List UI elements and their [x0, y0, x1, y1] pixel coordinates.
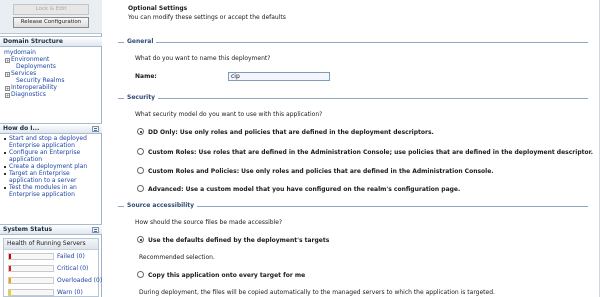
how-do-i-link[interactable]: Configure an Enterprise application	[4, 149, 102, 163]
security-custom-roles-policies-radio[interactable]	[137, 167, 144, 174]
health-link-critical[interactable]: Critical (0)	[57, 265, 88, 272]
tree-item-deployments[interactable]: Deployments	[4, 63, 102, 70]
how-do-i-title: How do I...	[3, 125, 40, 132]
source-copy-note: During deployment, the files will be cop…	[139, 289, 495, 296]
source-defaults-radio[interactable]	[137, 236, 144, 243]
health-bar-fill	[9, 254, 11, 259]
health-title: Health of Running Servers	[4, 239, 98, 250]
how-do-i-link[interactable]: Create a deployment plan	[4, 163, 102, 170]
source-copy-label: Copy this application onto every target …	[148, 272, 306, 279]
health-bar	[8, 253, 54, 260]
security-custom-roles-policies-label: Custom Roles and Policies: Use only role…	[148, 168, 494, 175]
health-panel: Health of Running Servers Failed (0) Cri…	[3, 238, 102, 297]
general-section-title: General	[124, 37, 157, 47]
how-do-i-link[interactable]: Test the modules in an Enterprise applic…	[4, 184, 102, 198]
how-do-i-list: Start and stop a deployed Enterprise app…	[0, 135, 102, 198]
left-sidebar: Lock & Edit Release Configuration Domain…	[0, 0, 102, 297]
security-custom-roles-radio[interactable]	[137, 148, 144, 155]
optional-settings-subtitle: You can modify these settings or accept …	[128, 14, 286, 21]
deployment-name-input[interactable]	[228, 72, 330, 81]
health-bar-fill	[9, 266, 11, 271]
source-question: How should the source files be made acce…	[135, 219, 283, 226]
health-link-overloaded[interactable]: Overloaded (0)	[57, 277, 102, 284]
security-dd-only-label: DD Only: Use only roles and policies tha…	[148, 129, 434, 136]
source-defaults-label: Use the defaults defined by the deployme…	[148, 237, 330, 244]
main-content: Optional Settings You can modify these s…	[103, 0, 600, 297]
general-section: General	[118, 37, 588, 47]
domain-structure-title: Domain Structure	[3, 38, 63, 45]
source-accessibility-section: Source accessibility	[118, 201, 588, 211]
tree-item-diagnostics[interactable]: + Diagnostics	[4, 91, 102, 98]
how-do-i-header: How do I...	[0, 123, 102, 134]
health-link-warn[interactable]: Warn (0)	[57, 289, 83, 296]
expand-icon[interactable]: +	[5, 71, 10, 77]
tree-item-security-realms[interactable]: Security Realms	[4, 77, 102, 84]
security-section: Security	[118, 93, 588, 103]
panel-menu-icon[interactable]	[92, 126, 99, 132]
tree-root-mydomain[interactable]: mydomain	[4, 49, 102, 56]
domain-structure-header: Domain Structure	[0, 36, 102, 47]
tree-item-services[interactable]: + Services	[4, 70, 102, 77]
health-bar-fill	[9, 290, 11, 295]
health-bar	[8, 265, 54, 272]
name-label: Name:	[135, 73, 157, 80]
release-configuration-button[interactable]: Release Configuration	[13, 17, 89, 28]
health-row: Critical (0)	[4, 262, 98, 274]
domain-tree: mydomain + Environment Deployments + Servi…	[0, 47, 102, 113]
general-question: What do you want to name this deployment…	[135, 55, 271, 62]
security-section-title: Security	[124, 93, 159, 103]
security-custom-roles-label: Custom Roles: Use roles that are defined…	[148, 149, 593, 156]
optional-settings-title: Optional Settings	[128, 5, 188, 12]
security-dd-only-radio[interactable]	[137, 128, 144, 135]
health-row: Failed (0)	[4, 250, 98, 262]
how-do-i-link[interactable]: Start and stop a deployed Enterprise app…	[4, 135, 102, 149]
health-row: Overloaded (0)	[4, 274, 102, 286]
health-bar	[8, 289, 54, 296]
panel-menu-icon[interactable]	[92, 227, 99, 233]
tree-item-environment[interactable]: + Environment	[4, 56, 102, 63]
source-copy-radio[interactable]	[137, 271, 144, 278]
expand-icon[interactable]: +	[5, 57, 10, 63]
system-status-header: System Status	[0, 224, 102, 235]
how-do-i-link[interactable]: Target an Enterprise application to a se…	[4, 170, 102, 184]
system-status-title: System Status	[3, 226, 53, 233]
health-bar	[8, 277, 54, 284]
health-row: Warn (0)	[4, 286, 98, 297]
security-advanced-radio[interactable]	[137, 185, 144, 192]
health-link-failed[interactable]: Failed (0)	[57, 253, 85, 260]
security-advanced-label: Advanced: Use a custom model that you ha…	[148, 186, 461, 193]
source-accessibility-title: Source accessibility	[124, 201, 198, 211]
expand-icon[interactable]: +	[5, 92, 10, 98]
tree-item-interoperability[interactable]: + Interoperability	[4, 84, 102, 91]
change-center: Lock & Edit Release Configuration	[0, 0, 102, 34]
recommended-selection-text: Recommended selection.	[139, 254, 215, 261]
expand-icon[interactable]: +	[5, 85, 10, 91]
lock-and-edit-button[interactable]: Lock & Edit	[13, 4, 89, 15]
security-question: What security model do you want to use w…	[135, 111, 323, 118]
health-bar-fill	[9, 278, 11, 283]
